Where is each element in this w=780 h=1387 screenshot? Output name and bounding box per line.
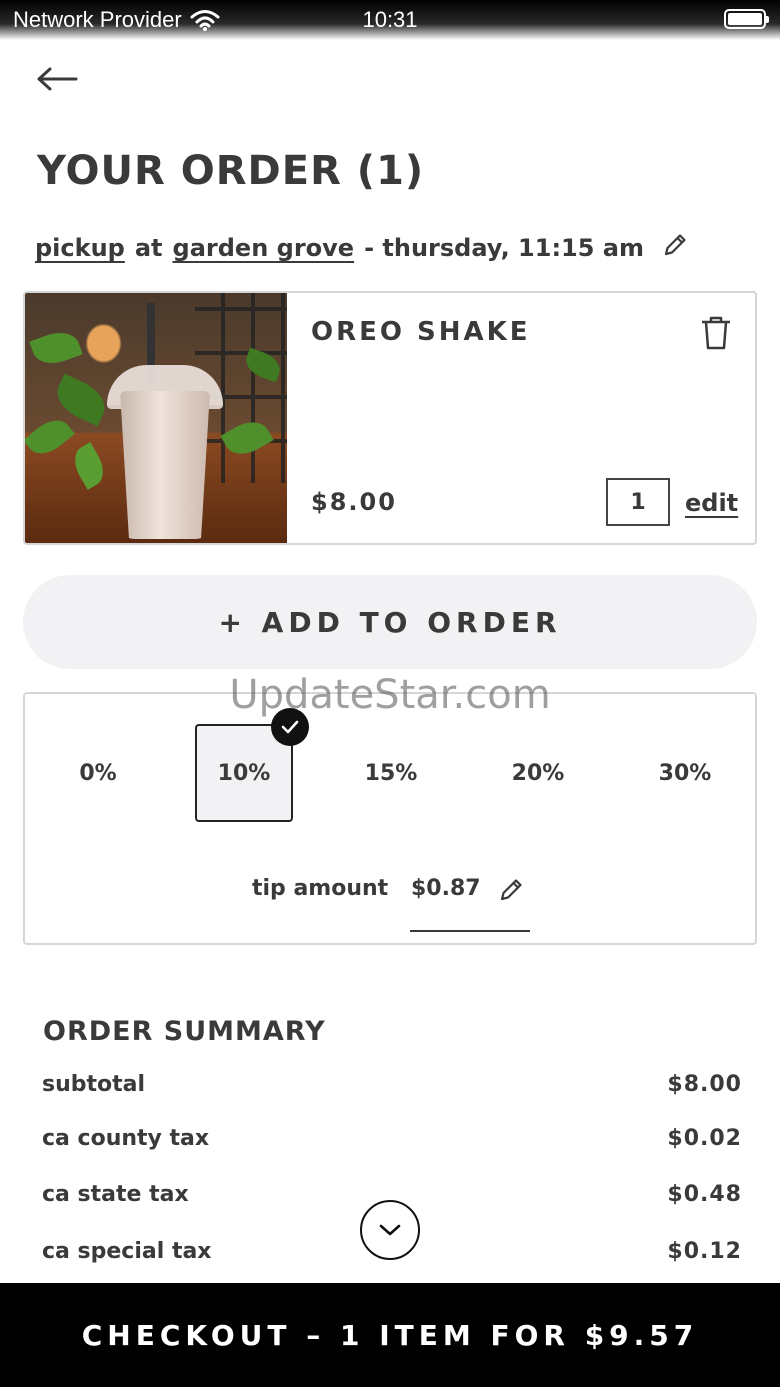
tip-option-label: 10% <box>217 760 271 786</box>
summary-label: ca state tax <box>42 1182 189 1207</box>
add-to-order-button[interactable]: + ADD TO ORDER <box>23 575 757 669</box>
summary-amount: $0.12 <box>667 1239 742 1264</box>
pickup-time: - thursday, 11:15 am <box>364 234 645 262</box>
status-time: 10:31 <box>362 7 418 32</box>
chevron-down-icon <box>379 1224 401 1236</box>
tip-option-0[interactable]: 0% <box>49 724 147 822</box>
pencil-icon <box>500 879 522 901</box>
pickup-at-label: at <box>134 234 163 262</box>
tip-option-15[interactable]: 15% <box>342 724 440 822</box>
pickup-details: pickup at garden grove - thursday, 11:15… <box>35 232 688 264</box>
quantity-input[interactable] <box>606 478 670 526</box>
order-summary-title: ORDER SUMMARY <box>43 1016 326 1047</box>
summary-amount: $0.02 <box>667 1126 742 1151</box>
summary-row-county-tax: ca county tax $0.02 <box>42 1126 742 1151</box>
tip-amount-field[interactable]: $0.87 <box>410 854 530 932</box>
cart-item-card: OREO SHAKE $8.00 edit <box>23 291 757 545</box>
tip-option-20[interactable]: 20% <box>489 724 587 822</box>
summary-row-subtotal: subtotal $8.00 <box>42 1072 742 1097</box>
tip-option-30[interactable]: 30% <box>636 724 734 822</box>
scroll-down-button[interactable] <box>360 1200 420 1260</box>
tip-amount-value: $0.87 <box>411 876 481 901</box>
summary-amount: $0.48 <box>667 1182 742 1207</box>
summary-label: ca county tax <box>42 1126 210 1151</box>
item-name: OREO SHAKE <box>311 317 531 347</box>
tip-selector: 0% 10% 15% 20% 30% tip amount $0.87 <box>23 692 757 945</box>
item-price: $8.00 <box>311 488 397 516</box>
item-photo <box>25 293 287 543</box>
pickup-mode-link[interactable]: pickup <box>35 234 125 262</box>
pickup-location-link[interactable]: garden grove <box>173 234 355 262</box>
summary-label: ca special tax <box>42 1239 212 1264</box>
tip-option-10[interactable]: 10% <box>195 708 309 822</box>
page-title: YOUR ORDER (1) <box>37 148 425 194</box>
pencil-icon <box>664 234 686 256</box>
edit-item-link[interactable]: edit <box>685 489 738 517</box>
back-button[interactable] <box>34 62 80 96</box>
checkout-button[interactable]: CHECKOUT – 1 ITEM FOR $9.57 <box>0 1283 780 1387</box>
back-arrow-icon <box>37 67 78 91</box>
summary-label: subtotal <box>42 1072 146 1097</box>
battery-icon <box>724 9 769 29</box>
trash-icon <box>702 316 730 350</box>
remove-item-button[interactable] <box>699 315 733 355</box>
check-icon <box>281 720 299 734</box>
tip-amount-label: tip amount <box>252 876 389 901</box>
summary-amount: $8.00 <box>667 1072 742 1097</box>
status-bar: Network Provider 10:31 <box>0 0 780 40</box>
selected-check-badge <box>271 708 309 746</box>
edit-pickup-button[interactable] <box>662 232 688 264</box>
